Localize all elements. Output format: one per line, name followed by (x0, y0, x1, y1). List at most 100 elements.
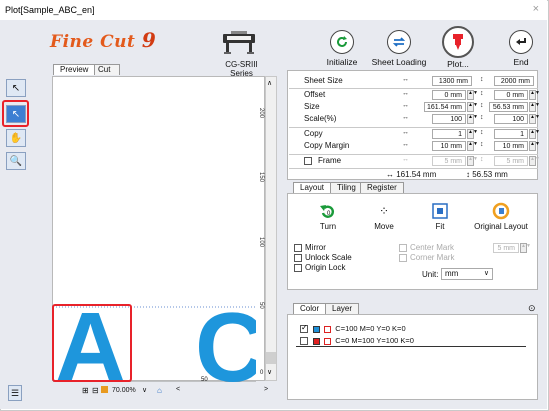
frame-row: Frame ↔ 5 mm ▲▼ ↕ 5 mm ▲▼ (294, 156, 540, 167)
hand-icon: ✋ (9, 132, 23, 144)
tab-color[interactable]: Color (293, 303, 327, 314)
center-mark-checkbox[interactable] (399, 243, 407, 252)
offset-y-stepper[interactable]: ▲▼ (529, 90, 540, 100)
scroll-down-icon[interactable]: ∨ (267, 368, 272, 376)
select-tool-highlight (2, 100, 29, 127)
finecut-logo: Fine Cut 9 (50, 28, 157, 52)
close-icon[interactable]: × (533, 3, 539, 15)
expand-icon[interactable]: ⊙ (528, 303, 536, 314)
mirror-checkbox[interactable] (294, 243, 302, 252)
copy-margin-x-field[interactable]: 10 mm (432, 141, 466, 151)
frame-checkbox[interactable] (304, 157, 312, 165)
copy-y-stepper[interactable]: ▲▼ (529, 129, 540, 139)
unit-select[interactable]: mm ∨ (441, 268, 493, 280)
grid-icon[interactable]: ⊞ (82, 386, 89, 395)
original-layout-button[interactable]: Original Layout (471, 200, 531, 231)
scale-row: Scale(%) ↔ 100 ▲▼ ↕ 100 ▲▼ (304, 114, 540, 124)
list-tool[interactable]: ☰ (8, 385, 22, 401)
copy-margin-y-stepper[interactable]: ▲▼ (529, 141, 540, 151)
magnifier-icon: 🔍 (9, 155, 23, 167)
mark-size-field[interactable]: 5 mm (493, 243, 519, 253)
ruler-label: 150 (258, 172, 264, 183)
corner-mark-checkbox[interactable] (399, 253, 407, 262)
color-row-checkbox[interactable] (300, 323, 308, 334)
scroll-up-icon[interactable]: ∧ (267, 79, 272, 87)
chevron-down-icon: ∨ (483, 270, 489, 277)
zoom-value[interactable]: 70.00% (112, 387, 136, 394)
scroll-left-icon[interactable]: < (176, 386, 180, 393)
color-row[interactable]: C=0 M=100 Y=100 K=0 (300, 336, 414, 346)
window-title: Plot[Sample_ABC_en] (5, 5, 95, 15)
move-button[interactable]: ⁘ Move (354, 200, 414, 231)
plot-button[interactable]: Plot... (428, 26, 488, 69)
scale-h-field[interactable]: 100 (494, 114, 528, 124)
center-mark-option[interactable]: Center Mark (399, 243, 454, 252)
tab-layout[interactable]: Layout (293, 182, 332, 193)
origin-lock-option[interactable]: Origin Lock (294, 263, 345, 272)
sheet-height-field[interactable]: 2000 mm (494, 76, 534, 86)
copy-margin-y-field[interactable]: 10 mm (494, 141, 528, 151)
copy-y-field[interactable]: 1 (494, 129, 528, 139)
size-h-stepper[interactable]: ▲▼ (529, 102, 540, 112)
eraser-icon[interactable]: ⌂ (157, 386, 162, 395)
title-bar: Plot[Sample_ABC_en] × (0, 0, 547, 20)
color-icon[interactable] (101, 386, 108, 393)
color-swatch (313, 325, 321, 333)
color-row[interactable]: C=100 M=0 Y=0 K=0 (300, 323, 406, 334)
unlock-scale-checkbox[interactable] (294, 253, 302, 262)
size-w-field[interactable]: 161.54 mm (424, 102, 466, 112)
copy-x-field[interactable]: 1 (432, 129, 466, 139)
frame-y-field[interactable]: 5 mm (494, 156, 528, 166)
zoom-dropdown-icon[interactable]: ∨ (142, 386, 147, 394)
mark-size-stepper[interactable]: ▲▼ (520, 243, 531, 253)
corner-mark-option[interactable]: Corner Mark (399, 253, 454, 262)
frame-x-stepper[interactable]: ▲▼ (467, 156, 478, 166)
copy-margin-x-stepper[interactable]: ▲▼ (467, 141, 478, 151)
move-icon: ⁘ (378, 204, 390, 218)
scale-w-stepper[interactable]: ▲▼ (467, 114, 478, 124)
end-button[interactable]: End (491, 30, 549, 70)
frame-y-stepper[interactable]: ▲▼ (529, 156, 540, 166)
scale-h-stepper[interactable]: ▲▼ (529, 114, 540, 124)
tab-preview[interactable]: Preview (53, 64, 96, 75)
zoom-tool[interactable]: 🔍 (6, 152, 26, 170)
size-row: Size ↔ 161.54 mm ▲▼ ↕ 56.53 mm ▲▼ (304, 102, 540, 112)
frame-x-field[interactable]: 5 mm (432, 156, 466, 166)
unlock-scale-option[interactable]: Unlock Scale (294, 253, 352, 262)
origin-lock-checkbox[interactable] (294, 263, 302, 272)
size-h-field[interactable]: 56.53 mm (489, 102, 528, 112)
sheet-size-row: Sheet Size ↔ 1300 mm ↕ 2000 mm (294, 76, 537, 87)
sheet-width-field[interactable]: 1300 mm (432, 76, 472, 86)
scroll-thumb[interactable] (266, 352, 276, 364)
tab-layer[interactable]: Layer (325, 303, 360, 314)
letter-c-shape[interactable]: C (193, 306, 256, 382)
offset-x-field[interactable]: 0 mm (432, 90, 466, 100)
sheet-loading-button[interactable]: Sheet Loading (369, 30, 429, 70)
copy-margin-row: Copy Margin ↔ 10 mm ▲▼ ↕ 10 mm ▲▼ (304, 141, 540, 151)
original-layout-icon (492, 202, 510, 220)
initialize-button[interactable]: Initialize (312, 30, 372, 70)
color-row-checkbox[interactable] (300, 337, 308, 346)
tab-register-mark[interactable]: Register Mark (360, 182, 404, 202)
mirror-option[interactable]: Mirror (294, 243, 326, 252)
scale-w-field[interactable]: 100 (432, 114, 466, 124)
status-bar: ⊞ ⊟ 70.00% ∨ ⌂ < > (52, 382, 277, 396)
pointer-tool[interactable]: ↖ (6, 79, 26, 97)
offset-y-field[interactable]: 0 mm (494, 90, 528, 100)
ruler-label: 100 (258, 237, 264, 248)
pen-icon (324, 325, 332, 333)
vertical-scrollbar[interactable]: ∧ ∨ (265, 76, 277, 381)
fit-button[interactable]: Fit (410, 200, 470, 231)
size-w-stepper[interactable]: ▲▼ (467, 102, 478, 112)
letter-a-highlight (52, 304, 132, 382)
grid2-icon[interactable]: ⊟ (92, 386, 99, 395)
copy-x-stepper[interactable]: ▲▼ (467, 129, 478, 139)
list-icon: ☰ (10, 387, 20, 398)
offset-x-stepper[interactable]: ▲▼ (467, 90, 478, 100)
color-list-panel: C=100 M=0 Y=0 K=0 C=0 M=100 Y=100 K=0 (287, 314, 538, 400)
layout-panel: 0 Turn ⁘ Move Fit Original Layout Mirror… (287, 193, 538, 290)
tab-tiling[interactable]: Tiling (330, 182, 363, 193)
scroll-right-icon[interactable]: > (264, 386, 268, 393)
hand-tool[interactable]: ✋ (6, 129, 26, 147)
turn-button[interactable]: 0 Turn (298, 200, 358, 231)
